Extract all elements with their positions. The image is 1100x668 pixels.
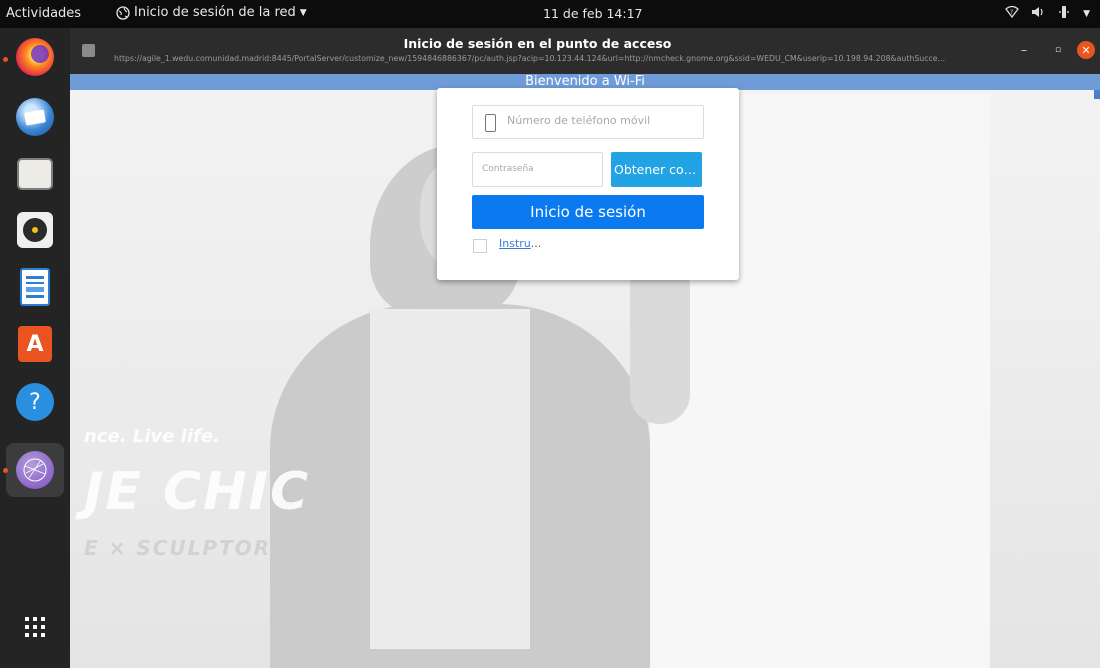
dock-firefox[interactable] xyxy=(13,35,57,79)
svg-text:?: ? xyxy=(1010,9,1013,16)
globe-icon xyxy=(116,5,130,20)
phone-input[interactable] xyxy=(507,114,697,127)
volume-icon xyxy=(1031,6,1045,21)
captive-portal-page: nce. Live life. JE CHIC E × SCULPTOR Bie… xyxy=(70,74,1100,668)
activities-button[interactable]: Actividades xyxy=(6,6,81,21)
chevron-down-icon: ▼ xyxy=(299,7,307,18)
system-menu-chevron-icon: ▼ xyxy=(1083,8,1090,19)
minimize-button[interactable]: – xyxy=(1015,41,1033,59)
show-apps-button[interactable] xyxy=(13,605,57,649)
dock-writer[interactable] xyxy=(13,265,57,309)
scrollbar-marker[interactable] xyxy=(1094,90,1100,99)
help-icon: ? xyxy=(16,383,54,421)
wifi-question-icon: ? xyxy=(1005,5,1019,21)
background-shirt xyxy=(370,309,530,649)
globe-network-icon xyxy=(16,451,54,489)
instructions-link[interactable]: Instru xyxy=(499,237,531,250)
running-indicator xyxy=(3,57,8,62)
get-code-button[interactable]: Obtener con… xyxy=(611,152,702,187)
window-title: Inicio de sesión en el punto de acceso xyxy=(403,36,672,51)
background-slogan: nce. Live life. xyxy=(84,426,220,447)
agree-checkbox[interactable] xyxy=(473,239,487,253)
dock-help[interactable]: ? xyxy=(13,380,57,424)
grid-icon xyxy=(25,617,45,637)
mobile-phone-icon xyxy=(485,114,496,132)
dock: A ? xyxy=(0,28,70,668)
network-login-menu[interactable]: Inicio de sesión de la red ▼ xyxy=(116,5,307,20)
url-display: https://agile_1.wedu.comunidad.madrid:84… xyxy=(114,54,946,63)
phone-field[interactable] xyxy=(472,105,704,139)
password-input[interactable] xyxy=(482,164,597,174)
thunderbird-icon xyxy=(16,98,54,136)
password-field[interactable] xyxy=(472,152,603,187)
shopping-bag-icon: A xyxy=(18,326,52,362)
network-menu-label: Inicio de sesión de la red xyxy=(134,5,296,20)
dock-rhythmbox[interactable] xyxy=(13,208,57,252)
instructions: Instru... xyxy=(499,237,541,250)
dock-software[interactable]: A xyxy=(13,322,57,366)
top-bar: Actividades Inicio de sesión de la red ▼… xyxy=(0,0,1100,28)
login-card: Obtener con… Inicio de sesión Instru... xyxy=(437,88,739,280)
speaker-icon xyxy=(17,212,53,248)
login-button[interactable]: Inicio de sesión xyxy=(472,195,704,229)
maximize-button[interactable]: ▫ xyxy=(1049,41,1067,59)
system-tray[interactable]: ? ▼ xyxy=(1005,5,1090,22)
window-titlebar[interactable]: Inicio de sesión en el punto de acceso h… xyxy=(70,28,1100,74)
background-subbrand: E × SCULPTOR xyxy=(84,536,272,560)
battery-icon xyxy=(1057,5,1071,22)
close-button[interactable]: ✕ xyxy=(1077,41,1095,59)
clock[interactable]: 11 de feb 14:17 xyxy=(543,6,643,21)
firefox-icon xyxy=(16,38,54,76)
dock-files[interactable] xyxy=(13,152,57,196)
folder-icon xyxy=(17,158,53,190)
document-icon xyxy=(20,268,50,306)
dock-thunderbird[interactable] xyxy=(13,95,57,139)
dock-network-login[interactable] xyxy=(13,448,57,492)
running-indicator xyxy=(3,468,8,473)
background-brand: JE CHIC xyxy=(84,462,311,522)
instructions-ellipsis: ... xyxy=(530,237,542,250)
